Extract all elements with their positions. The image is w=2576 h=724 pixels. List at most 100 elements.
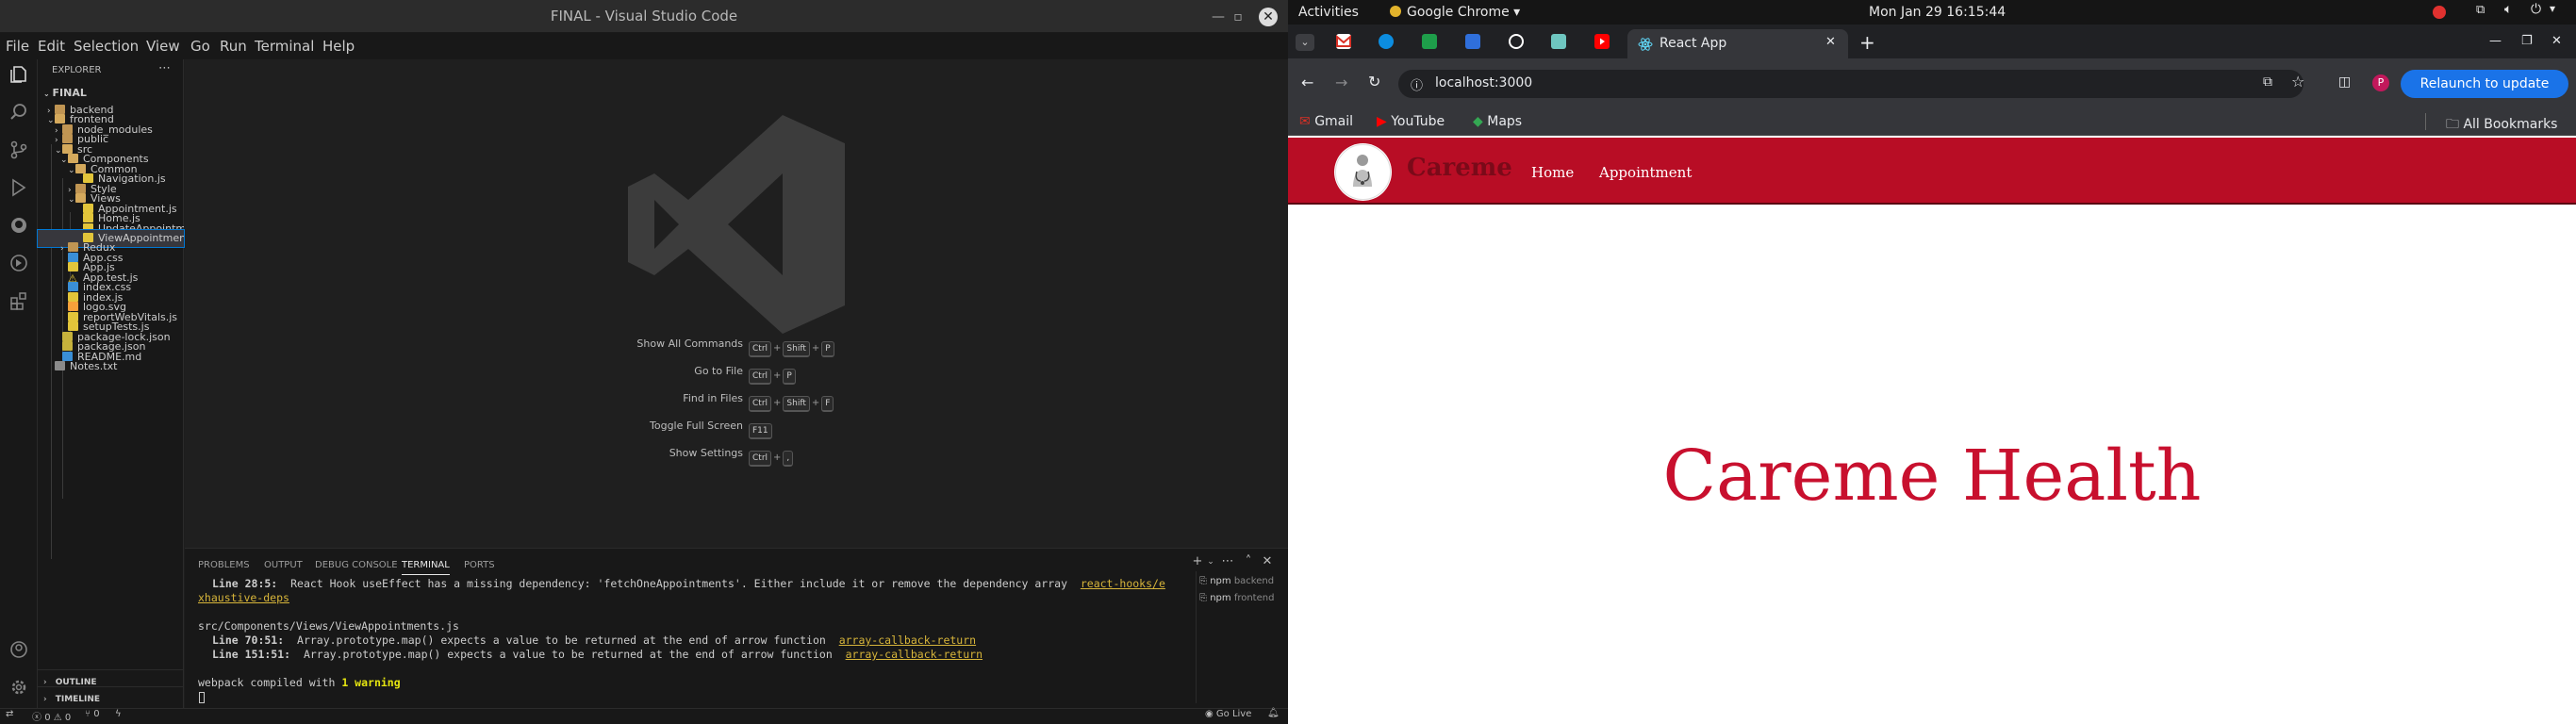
power-icon[interactable]: ⏻	[2531, 2, 2541, 17]
app-brand[interactable]: Careme	[1407, 151, 1512, 185]
clock[interactable]: Mon Jan 29 16:15:44	[1869, 0, 2006, 25]
vscode-window-title: FINAL - Visual Studio Code	[550, 8, 738, 25]
app-logo[interactable]	[1334, 143, 1392, 201]
panel-tab-ports[interactable]: PORTS	[464, 556, 495, 575]
menu-view[interactable]: View	[146, 34, 180, 58]
lightning-icon[interactable]: ϟ	[115, 709, 122, 719]
go-live-button[interactable]: ◉ Go Live	[1205, 709, 1251, 719]
warning-count: 0	[64, 713, 72, 723]
close-panel-icon[interactable]: ✕	[1260, 554, 1275, 568]
close-icon[interactable]: ✕	[1259, 8, 1278, 26]
github-icon[interactable]	[6, 215, 32, 241]
bookmark-youtube[interactable]: ▶ YouTube	[1377, 114, 1445, 129]
menu-edit[interactable]: Edit	[38, 34, 65, 58]
tab-search-icon[interactable]: ⌄	[1296, 34, 1314, 51]
reload-icon[interactable]: ↻	[1368, 73, 1380, 90]
explorer-root[interactable]: ⌄ FINAL	[38, 85, 184, 102]
terminal-session-frontend[interactable]: ⎘ npm frontend	[1199, 591, 1288, 606]
outline-section[interactable]: › OUTLINE	[38, 669, 184, 687]
bookmark-star-icon[interactable]: ☆	[2291, 73, 2304, 90]
volume-icon[interactable]: 🔈︎	[2504, 2, 2512, 17]
settings-gear-icon[interactable]	[6, 677, 32, 703]
menu-file[interactable]: File	[6, 34, 29, 58]
terminal-compiled-line: webpack compiled with 1 warning	[198, 676, 401, 690]
chrome-restore-icon[interactable]: ❐	[2521, 34, 2533, 48]
terminal-cursor[interactable]	[199, 692, 205, 703]
system-menu-arrow-icon[interactable]: ▾	[2550, 2, 2555, 15]
vscode-logo-watermark-icon	[628, 115, 845, 334]
explorer-file[interactable]: Notes.txt	[38, 358, 184, 375]
terminal-link-3[interactable]: array-callback-return	[846, 648, 983, 661]
menu-help[interactable]: Help	[322, 34, 355, 58]
generic-tab-icon[interactable]	[1551, 34, 1566, 49]
shortcut-label: Find in Files	[683, 392, 743, 404]
terminal-link-1b[interactable]: xhaustive-deps	[198, 591, 289, 604]
relaunch-button[interactable]: Relaunch to update	[2401, 70, 2568, 98]
shortcut-label: Toggle Full Screen	[650, 420, 743, 432]
minimize-icon[interactable]: —	[1209, 8, 1228, 26]
bookmark-maps[interactable]: ◆ Maps	[1473, 114, 1522, 129]
install-app-icon[interactable]: ⧉	[2263, 74, 2272, 90]
docs-tab-icon[interactable]	[1465, 34, 1480, 49]
terminal-link-1a[interactable]: react-hooks/e	[1081, 577, 1165, 590]
url-text[interactable]: localhost:3000	[1435, 75, 1532, 90]
run-debug-icon[interactable]	[6, 177, 32, 204]
search-icon[interactable]	[6, 102, 32, 128]
terminal-link-2[interactable]: array-callback-return	[839, 634, 976, 647]
chrome-minimize-icon[interactable]: —	[2489, 34, 2502, 48]
bookmark-gmail[interactable]: ✉ Gmail	[1299, 114, 1353, 129]
timeline-section[interactable]: › TIMELINE	[38, 686, 184, 704]
app-menu[interactable]: Google Chrome ▾	[1390, 0, 1520, 25]
terminal-session-backend[interactable]: ⎘ npm backend	[1199, 574, 1288, 589]
omnibox[interactable]	[1398, 70, 2304, 98]
notifications-bell-icon[interactable]: 🔔︎	[1267, 708, 1280, 718]
kbd-plus: +	[773, 398, 782, 408]
extension-tab-icon[interactable]	[1379, 34, 1394, 49]
close-tab-icon[interactable]: ✕	[1825, 35, 1836, 49]
youtube-tab-icon[interactable]	[1594, 34, 1610, 49]
panel-tab-terminal[interactable]: TERMINAL	[402, 556, 450, 575]
profile-avatar[interactable]: P	[2372, 74, 2389, 91]
activities-button[interactable]: Activities	[1298, 0, 1359, 25]
github-tab-icon[interactable]	[1509, 34, 1524, 49]
sheets-tab-icon[interactable]	[1422, 34, 1437, 49]
youtube-icon: ▶	[1377, 114, 1387, 129]
panel-tab-debug-console[interactable]: DEBUG CONSOLE	[315, 556, 398, 575]
kbd-key: Ctrl	[749, 341, 772, 357]
panel-tab-output[interactable]: OUTPUT	[264, 556, 303, 575]
network-icon[interactable]: ⧉	[2476, 3, 2485, 17]
maximize-icon[interactable]: ▫	[1229, 8, 1247, 26]
side-panel-icon[interactable]: ◫	[2338, 74, 2351, 90]
panel-tab-problems[interactable]: PROBLEMS	[198, 556, 250, 575]
chrome-close-icon[interactable]: ✕	[2551, 34, 2562, 48]
recording-indicator-icon[interactable]	[2433, 6, 2446, 19]
terminal-dropdown-icon[interactable]: ⌄	[1203, 557, 1218, 567]
source-control-icon[interactable]	[6, 140, 32, 166]
terminal-compiled-prefix: webpack compiled with	[198, 676, 342, 689]
nav-link-appointment[interactable]: Appointment	[1599, 162, 1692, 183]
chrome-menu-icon[interactable]: ⋮	[2570, 74, 2576, 90]
site-info-icon[interactable]: ⓘ	[1411, 75, 1423, 93]
panel-more-icon[interactable]: ⋯	[1220, 554, 1235, 568]
account-icon[interactable]	[6, 639, 32, 666]
terminal-line-3: Line 151:51: Array.prototype.map() expec…	[198, 648, 983, 662]
timeline-label: TIMELINE	[55, 695, 101, 704]
nav-link-home[interactable]: Home	[1531, 162, 1574, 183]
remote-icon[interactable]: ⇄	[6, 709, 13, 719]
menu-go[interactable]: Go	[190, 34, 210, 58]
back-icon[interactable]: ←	[1301, 74, 1313, 91]
remote-explorer-icon[interactable]	[6, 253, 32, 279]
problems-status[interactable]: ⓧ 0 ⚠ 0	[32, 709, 71, 723]
maximize-panel-icon[interactable]: ˄	[1241, 554, 1256, 568]
menu-run[interactable]: Run	[220, 34, 247, 58]
menu-selection[interactable]: Selection	[74, 34, 139, 58]
explorer-icon[interactable]	[6, 64, 32, 90]
forward-icon[interactable]: →	[1335, 74, 1347, 91]
gmail-tab-icon[interactable]	[1336, 34, 1351, 49]
new-tab-icon[interactable]: +	[1859, 31, 1875, 54]
ports-status[interactable]: ⑂ 0	[85, 709, 100, 719]
more-actions-icon[interactable]: ⋯	[158, 61, 171, 75]
menu-terminal[interactable]: Terminal	[255, 34, 314, 58]
all-bookmarks-button[interactable]: 🗀︎ All Bookmarks	[2446, 114, 2557, 137]
extensions-icon[interactable]	[6, 290, 32, 317]
